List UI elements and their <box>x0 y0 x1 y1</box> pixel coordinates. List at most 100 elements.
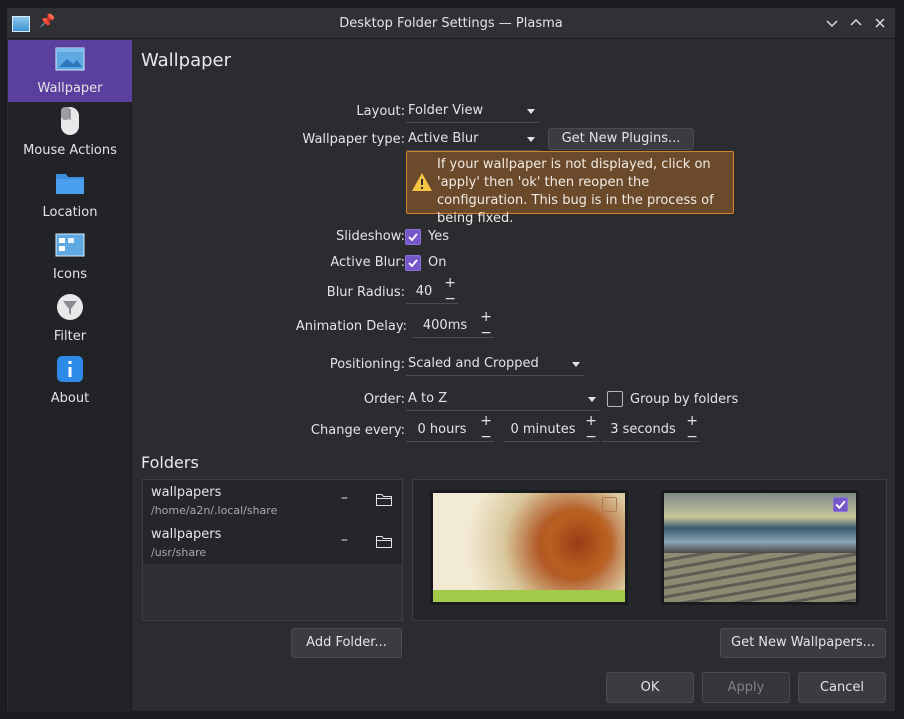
icons-icon <box>55 233 85 257</box>
window-title: Desktop Folder Settings — Plasma <box>339 16 563 31</box>
page-title: Wallpaper <box>141 50 232 71</box>
cancel-button[interactable]: Cancel <box>798 672 886 703</box>
blur-radius-value: 40 <box>415 284 433 299</box>
folder-path: /usr/share <box>151 546 207 559</box>
title-bar: 📌 Desktop Folder Settings — Plasma <box>7 8 895 39</box>
thumbnail-checkbox[interactable] <box>602 497 617 512</box>
decrement-button[interactable]: − <box>480 326 492 340</box>
decrement-button[interactable]: − <box>480 430 492 444</box>
sidebar-item-filter[interactable]: Filter <box>8 288 132 350</box>
change-every-label: Change every: <box>310 423 405 438</box>
chevron-down-icon <box>527 109 535 114</box>
active-blur-value: On <box>428 255 447 270</box>
warning-text: If your wallpaper is not displayed, clic… <box>437 157 714 226</box>
blur-radius-label: Blur Radius: <box>326 285 405 300</box>
positioning-value: Scaled and Cropped <box>408 356 539 371</box>
sidebar-item-about[interactable]: About <box>8 350 132 412</box>
remove-folder-button[interactable]: – <box>341 490 348 506</box>
thumbnail-checkbox[interactable] <box>833 497 848 512</box>
open-folder-icon[interactable] <box>376 536 392 548</box>
checkmark-icon <box>408 233 418 242</box>
animation-delay-spinbox[interactable]: 400ms + − <box>412 310 494 340</box>
sidebar-item-label: Wallpaper <box>37 81 103 96</box>
active-blur-label: Active Blur: <box>330 255 405 270</box>
chevron-down-icon <box>572 362 580 367</box>
checkmark-icon <box>408 259 418 268</box>
sidebar-item-wallpaper[interactable]: Wallpaper <box>8 40 132 102</box>
remove-folder-button[interactable]: – <box>341 532 348 548</box>
folder-path: /home/a2n/.local/share <box>151 504 278 517</box>
folder-name: wallpapers <box>151 527 222 542</box>
chevron-down-icon <box>588 397 596 402</box>
minutes-spinbox[interactable]: 0 minutes + − <box>503 414 599 444</box>
open-folder-icon[interactable] <box>376 494 392 506</box>
slideshow-value: Yes <box>428 229 449 244</box>
decrement-button[interactable]: − <box>444 292 456 306</box>
close-button[interactable] <box>870 13 890 33</box>
layout-select[interactable]: Folder View <box>406 101 539 123</box>
warning-message: If your wallpaper is not displayed, clic… <box>406 151 734 226</box>
wallpaper-type-select[interactable]: Active Blur <box>406 129 539 151</box>
animation-delay-value: 400ms <box>422 318 468 333</box>
sidebar-item-label: Icons <box>53 267 87 282</box>
folder-icon <box>56 174 84 194</box>
folders-list: wallpapers /home/a2n/.local/share – wall… <box>142 479 403 621</box>
increment-button[interactable]: + <box>480 414 492 428</box>
dialog-window: 📌 Desktop Folder Settings — Plasma Wallp… <box>6 7 896 712</box>
group-by-folders-label: Group by folders <box>630 392 739 407</box>
decrement-button[interactable]: − <box>585 430 597 444</box>
order-label: Order: <box>363 392 405 407</box>
sidebar-item-label: About <box>50 391 90 406</box>
wallpaper-thumbnail[interactable] <box>661 490 859 605</box>
hours-spinbox[interactable]: 0 hours + − <box>406 414 494 444</box>
active-blur-checkbox[interactable] <box>405 255 421 271</box>
mouse-icon <box>61 107 79 135</box>
sidebar-item-label: Location <box>42 205 98 220</box>
increment-button[interactable]: + <box>480 310 492 324</box>
sidebar-item-icons[interactable]: Icons <box>8 226 132 288</box>
wallpaper-icon <box>55 47 85 71</box>
wallpaper-thumbnail[interactable] <box>430 490 628 605</box>
increment-button[interactable]: + <box>585 414 597 428</box>
wallpaper-thumbnails <box>412 479 887 621</box>
folder-name: wallpapers <box>151 485 222 500</box>
maximize-button[interactable] <box>846 13 866 33</box>
close-icon <box>875 18 885 28</box>
order-value: A to Z <box>408 391 448 406</box>
chevron-down-icon <box>527 137 535 142</box>
increment-button[interactable]: + <box>444 276 456 290</box>
filter-icon <box>57 294 83 320</box>
get-new-plugins-button[interactable]: Get New Plugins... <box>548 128 694 150</box>
hours-value: 0 hours <box>417 422 467 437</box>
minutes-value: 0 minutes <box>510 422 576 437</box>
positioning-select[interactable]: Scaled and Cropped <box>406 354 584 376</box>
layout-value: Folder View <box>408 103 484 118</box>
seconds-value: 3 seconds <box>610 422 676 437</box>
layout-label: Layout: <box>356 104 405 119</box>
apply-button[interactable]: Apply <box>702 672 790 703</box>
seconds-spinbox[interactable]: 3 seconds + − <box>602 414 700 444</box>
decrement-button[interactable]: − <box>686 430 698 444</box>
sidebar-item-label: Mouse Actions <box>23 143 117 158</box>
order-select[interactable]: A to Z <box>406 389 600 411</box>
sidebar-item-location[interactable]: Location <box>8 164 132 226</box>
folder-list-item[interactable]: wallpapers /usr/share – <box>143 522 402 564</box>
blur-radius-spinbox[interactable]: 40 + − <box>406 276 458 306</box>
minimize-button[interactable] <box>822 13 842 33</box>
wallpaper-type-label: Wallpaper type: <box>302 132 405 147</box>
settings-content: Wallpaper Layout: Folder View Wallpaper … <box>133 40 895 712</box>
warning-icon <box>412 173 432 191</box>
ok-button[interactable]: OK <box>606 672 694 703</box>
add-folder-button[interactable]: Add Folder... <box>291 628 402 658</box>
sidebar: Wallpaper Mouse Actions Location Icons F… <box>8 40 132 712</box>
sidebar-item-mouse-actions[interactable]: Mouse Actions <box>8 102 132 164</box>
slideshow-checkbox[interactable] <box>405 229 421 245</box>
get-new-wallpapers-button[interactable]: Get New Wallpapers... <box>720 628 886 658</box>
folder-list-item[interactable]: wallpapers /home/a2n/.local/share – <box>143 480 402 522</box>
chevron-down-icon <box>826 20 838 27</box>
info-icon <box>57 356 83 382</box>
increment-button[interactable]: + <box>686 414 698 428</box>
animation-delay-label: Animation Delay: <box>295 319 407 334</box>
group-by-folders-checkbox[interactable] <box>607 391 623 407</box>
positioning-label: Positioning: <box>329 357 405 372</box>
